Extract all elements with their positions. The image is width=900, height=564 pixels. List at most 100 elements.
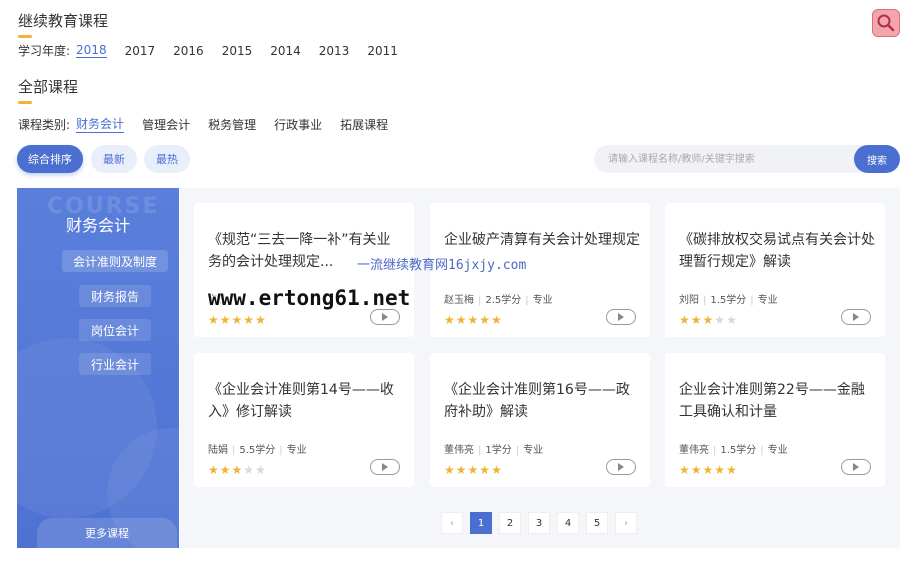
course-credits: 1.5学分: [720, 445, 757, 456]
section-title: 全部课程: [18, 76, 78, 104]
category-sidebar: COURSE 财务会计 会计准则及制度 财务报告 岗位会计 行业会计 更多课程: [17, 188, 179, 548]
star-icon: ★: [231, 463, 244, 477]
year-option[interactable]: 2018: [76, 43, 107, 58]
page-button[interactable]: 1: [470, 512, 492, 534]
course-teacher: 陆娟: [208, 445, 228, 456]
meta-separator: |: [525, 295, 529, 306]
course-meta: 董伟亮 | 1.5学分 | 专业: [679, 441, 788, 456]
category-option[interactable]: 税务管理: [208, 116, 256, 133]
course-card[interactable]: 《碳排放权交易试点有关会计处理暂行规定》解读 刘阳 | 1.5学分 | 专业 ★★★★★: [665, 203, 885, 337]
star-icon: ★: [702, 313, 715, 327]
more-courses-button[interactable]: 更多课程: [37, 518, 177, 548]
course-type: 专业: [767, 445, 788, 456]
category-option[interactable]: 拓展课程: [340, 116, 388, 133]
search-bar: 搜索: [594, 145, 900, 173]
play-icon[interactable]: [370, 309, 400, 325]
year-option[interactable]: 2011: [367, 44, 398, 58]
page-button[interactable]: 5: [586, 512, 608, 534]
course-title[interactable]: 企业破产清算有关会计处理规定: [444, 229, 640, 251]
page-button[interactable]: 4: [557, 512, 579, 534]
play-icon[interactable]: [606, 309, 636, 325]
course-credits: 1学分: [485, 445, 512, 456]
meta-separator: |: [232, 445, 236, 456]
year-option[interactable]: 2014: [270, 44, 301, 58]
year-option[interactable]: 2016: [173, 44, 204, 58]
category-filter-label: 课程类别:: [18, 117, 71, 132]
star-icon: ★: [208, 463, 220, 477]
play-icon[interactable]: [841, 309, 871, 325]
year-option[interactable]: 2015: [222, 44, 253, 58]
star-icon: ★: [726, 463, 738, 477]
page-button[interactable]: 3: [528, 512, 550, 534]
category-option[interactable]: 管理会计: [142, 116, 190, 133]
prev-page-button[interactable]: ‹: [441, 512, 463, 534]
search-icon[interactable]: [872, 9, 900, 37]
section-title-underline: [18, 101, 32, 104]
star-icon: ★: [455, 463, 468, 477]
meta-separator: |: [703, 295, 707, 306]
play-triangle: [382, 313, 388, 321]
course-card[interactable]: 《企业会计准则第14号——收入》修订解读 陆娟 | 5.5学分 | 专业 ★★★★★: [194, 353, 414, 487]
play-icon[interactable]: [606, 459, 636, 475]
meta-separator: |: [478, 295, 482, 306]
course-title[interactable]: 《规范“三去一降一补”有关业务的会计处理规定...: [208, 229, 404, 273]
course-rating: ★★★★★: [208, 463, 267, 477]
meta-separator: |: [750, 295, 754, 306]
meta-separator: |: [760, 445, 764, 456]
year-filter-label: 学习年度:: [18, 44, 71, 58]
star-icon: ★: [679, 463, 691, 477]
play-icon[interactable]: [370, 459, 400, 475]
play-triangle: [382, 463, 388, 471]
section-title-text: 全部课程: [18, 78, 79, 96]
course-title[interactable]: 企业会计准则第22号——金融工具确认和计量: [679, 379, 875, 423]
course-teacher: 董伟亮: [679, 445, 709, 456]
sort-button-comprehensive[interactable]: 综合排序: [17, 145, 83, 173]
course-card[interactable]: 《企业会计准则第16号——政府补助》解读 董伟亮 | 1学分 | 专业 ★★★★★: [430, 353, 650, 487]
star-icon: ★: [467, 463, 480, 477]
course-meta: 刘阳 | 1.5学分 | 专业: [679, 291, 778, 306]
year-option[interactable]: 2013: [319, 44, 350, 58]
course-card[interactable]: 企业破产清算有关会计处理规定 赵玉梅 | 2.5学分 | 专业 ★★★★★: [430, 203, 650, 337]
course-credits: 1.5学分: [710, 295, 747, 306]
page-title: 继续教育课程: [18, 10, 108, 38]
sidebar-item-accounting-standards[interactable]: 会计准则及制度: [62, 250, 168, 272]
course-card[interactable]: 企业会计准则第22号——金融工具确认和计量 董伟亮 | 1.5学分 | 专业 ★★★★★: [665, 353, 885, 487]
star-icon: ★: [479, 463, 492, 477]
star-icon: ★: [231, 313, 244, 327]
pagination: ‹ 1 2 3 4 5 ›: [441, 512, 637, 534]
star-icon: ★: [690, 463, 703, 477]
course-card[interactable]: 《规范“三去一降一补”有关业务的会计处理规定... 专业 ★★★★★: [194, 203, 414, 337]
sort-button-hottest[interactable]: 最热: [144, 145, 190, 173]
play-icon[interactable]: [841, 459, 871, 475]
title-underline: [18, 35, 32, 38]
sidebar-item-financial-report[interactable]: 财务报告: [79, 285, 151, 307]
sort-button-newest[interactable]: 最新: [91, 145, 137, 173]
course-title[interactable]: 《企业会计准则第14号——收入》修订解读: [208, 379, 404, 423]
course-meta: 专业: [208, 291, 228, 306]
year-filter: 学习年度: 2018 2017 2016 2015 2014 2013 2011: [18, 42, 416, 59]
sidebar-item-industry-accounting[interactable]: 行业会计: [79, 353, 151, 375]
search-input[interactable]: [594, 145, 844, 173]
category-option[interactable]: 财务会计: [76, 115, 125, 133]
year-option[interactable]: 2017: [125, 44, 156, 58]
next-page-button[interactable]: ›: [615, 512, 637, 534]
sidebar-item-position-accounting[interactable]: 岗位会计: [79, 319, 151, 341]
play-triangle: [618, 313, 624, 321]
course-title[interactable]: 《企业会计准则第16号——政府补助》解读: [444, 379, 640, 423]
course-meta: 赵玉梅 | 2.5学分 | 专业: [444, 291, 553, 306]
category-option[interactable]: 行政事业: [274, 116, 322, 133]
star-icon: ★: [679, 313, 691, 327]
course-type: 专业: [286, 445, 307, 456]
star-icon: ★: [479, 313, 492, 327]
page-button[interactable]: 2: [499, 512, 521, 534]
star-icon: ★: [243, 463, 256, 477]
star-icon: ★: [491, 313, 503, 327]
page-title-text: 继续教育课程: [18, 12, 109, 30]
category-filter: 课程类别: 财务会计 管理会计 税务管理 行政事业 拓展课程: [18, 115, 406, 133]
star-icon: ★: [255, 313, 267, 327]
course-credits: 5.5学分: [239, 445, 276, 456]
star-icon: ★: [455, 313, 468, 327]
course-title[interactable]: 《碳排放权交易试点有关会计处理暂行规定》解读: [679, 229, 875, 273]
course-type: 专业: [532, 295, 553, 306]
search-button[interactable]: 搜索: [854, 145, 900, 173]
